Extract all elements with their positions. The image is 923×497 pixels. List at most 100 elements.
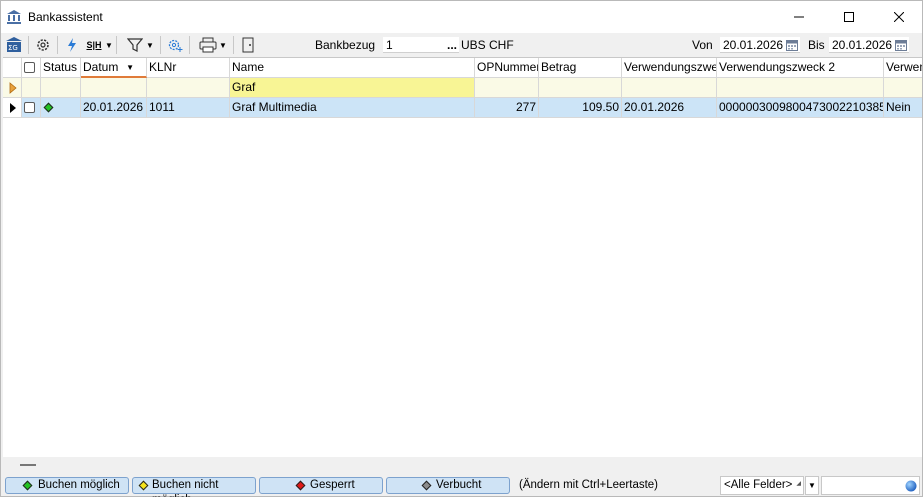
column-header-klnr[interactable]: KLNr (147, 58, 230, 78)
edit-hint-text: (Ändern mit Ctrl+Leertaste) (519, 479, 659, 491)
bank-transactions-grid: Status Datum ▼ KLNr Name OPNummer Betrag… (3, 57, 922, 457)
bankbezug-input[interactable]: 1 (383, 37, 445, 53)
buchen-moeglich-button[interactable]: Buchen möglich (5, 477, 129, 494)
row-select-checkbox[interactable] (24, 102, 35, 113)
filter-cell-status[interactable] (41, 78, 81, 98)
row-verwendungszweck-cell: 20.01.2026 (622, 98, 717, 118)
maximize-button[interactable] (826, 1, 872, 33)
sh-label: S|H (86, 40, 102, 50)
bankbezug-lookup-button[interactable]: ... (445, 37, 459, 53)
buchen-nicht-moeglich-button[interactable]: Buchen nicht möglich (132, 477, 256, 497)
von-date-input[interactable]: 20.01.2026 (720, 37, 800, 53)
grid-header-row: Status Datum ▼ KLNr Name OPNummer Betrag… (3, 58, 922, 78)
settings-button[interactable] (32, 34, 54, 56)
buchen-moeglich-label: Buchen möglich (38, 479, 120, 491)
row-status-cell (41, 98, 81, 118)
toolbar-separator (116, 36, 117, 54)
resize-grip-icon: ◢ (796, 481, 801, 487)
minimize-button[interactable] (776, 1, 822, 33)
printer-icon (199, 37, 217, 53)
table-row[interactable]: 20.01.2026 1011 Graf Multimedia 277 109.… (3, 98, 922, 118)
field-select[interactable]: <Alle Felder> ◢ (720, 476, 804, 495)
filter-cell-opnummer[interactable] (475, 78, 539, 98)
filter-cell-select[interactable] (22, 78, 41, 98)
verbucht-label: Verbucht (436, 479, 482, 491)
yellow-diamond-icon (138, 480, 149, 491)
toolbar-separator (189, 36, 190, 54)
title-bar: Bankassistent (1, 1, 922, 33)
toolbar-separator (233, 36, 234, 54)
search-input[interactable] (821, 476, 920, 495)
bank-import-button[interactable]: ΣG (3, 34, 25, 56)
field-select-dropdown-button[interactable]: ▼ (805, 476, 819, 495)
gear-icon (37, 39, 49, 51)
filter-cell-name[interactable]: Graf (230, 78, 475, 98)
red-diamond-icon (295, 480, 306, 491)
filter-row-indicator (3, 78, 22, 98)
door-icon (242, 37, 254, 53)
bank-name-label: UBS CHF (461, 38, 514, 52)
svg-text:ΣG: ΣG (8, 44, 18, 52)
bis-date-value: 20.01.2026 (832, 38, 893, 52)
sh-button[interactable]: S|H (83, 34, 105, 56)
bankassistent-window: Bankassistent ΣG S|H ▼ ▼ ▼ Bankbezug 1 .… (0, 0, 923, 497)
print-dropdown-arrow[interactable]: ▼ (219, 34, 227, 56)
select-all-checkbox[interactable] (24, 62, 35, 73)
close-icon (894, 12, 904, 22)
splitter-handle[interactable] (20, 464, 36, 466)
column-settings-button[interactable] (164, 34, 186, 56)
toolbar-separator (160, 36, 161, 54)
sort-descending-icon: ▼ (126, 63, 134, 72)
gray-diamond-icon (421, 480, 432, 491)
calendar-icon[interactable] (786, 39, 798, 51)
bankbezug-label: Bankbezug (315, 38, 376, 52)
filter-cell-verwendung[interactable] (884, 78, 922, 98)
column-header-verwendungszweck-2[interactable]: Verwendungszweck 2 (717, 58, 884, 78)
row-betrag-cell: 109.50 (539, 98, 622, 118)
bank-import-icon: ΣG (6, 37, 22, 52)
gesperrt-button[interactable]: Gesperrt (259, 477, 383, 494)
toolbar-separator (28, 36, 29, 54)
minimize-icon (794, 16, 804, 18)
filter-cell-verwendungszweck[interactable] (622, 78, 717, 98)
lightning-icon (68, 38, 76, 52)
green-diamond-icon (22, 480, 33, 491)
buchen-nicht-moeglich-label: Buchen nicht möglich (152, 479, 219, 497)
calendar-icon[interactable] (895, 39, 907, 51)
auto-assign-button[interactable] (61, 34, 83, 56)
column-header-betrag[interactable]: Betrag (539, 58, 622, 78)
column-header-verwendungszweck[interactable]: Verwendungszweck (622, 58, 717, 78)
column-header-verwendung[interactable]: Verwendung (884, 58, 922, 78)
row-opnummer-cell: 277 (475, 98, 539, 118)
filter-button[interactable] (124, 34, 146, 56)
column-header-opnummer[interactable]: OPNummer (475, 58, 539, 78)
row-select-cell[interactable] (22, 98, 41, 118)
column-header-status[interactable]: Status (41, 58, 81, 78)
print-button[interactable] (197, 34, 219, 56)
row-verwendungszweck-2-cell: 000000300980047300221038573 (717, 98, 884, 118)
exit-button[interactable] (237, 34, 259, 56)
select-all-cell[interactable] (22, 58, 41, 78)
row-klnr-cell: 1011 (147, 98, 230, 118)
filter-dropdown-arrow[interactable]: ▼ (146, 34, 154, 56)
close-button[interactable] (876, 1, 922, 33)
row-datum-cell: 20.01.2026 (81, 98, 147, 118)
filter-cell-betrag[interactable] (539, 78, 622, 98)
status-green-diamond-icon (43, 102, 54, 113)
row-name-cell: Graf Multimedia (230, 98, 475, 118)
filter-cell-verwendungszweck-2[interactable] (717, 78, 884, 98)
status-bar: Buchen möglich Buchen nicht möglich Gesp… (1, 475, 922, 497)
grid-filter-row: Graf (3, 78, 922, 98)
sh-dropdown-arrow[interactable]: ▼ (105, 34, 113, 56)
column-header-datum[interactable]: Datum ▼ (81, 58, 147, 78)
filter-cell-datum[interactable] (81, 78, 147, 98)
verbucht-button[interactable]: Verbucht (386, 477, 510, 494)
search-globe-icon[interactable] (905, 480, 917, 492)
column-header-datum-label: Datum (83, 60, 119, 74)
maximize-icon (844, 12, 854, 22)
column-header-name[interactable]: Name (230, 58, 475, 78)
gesperrt-label: Gesperrt (310, 479, 355, 491)
current-row-arrow-icon (10, 103, 16, 113)
bis-date-input[interactable]: 20.01.2026 (829, 37, 909, 53)
filter-cell-klnr[interactable] (147, 78, 230, 98)
